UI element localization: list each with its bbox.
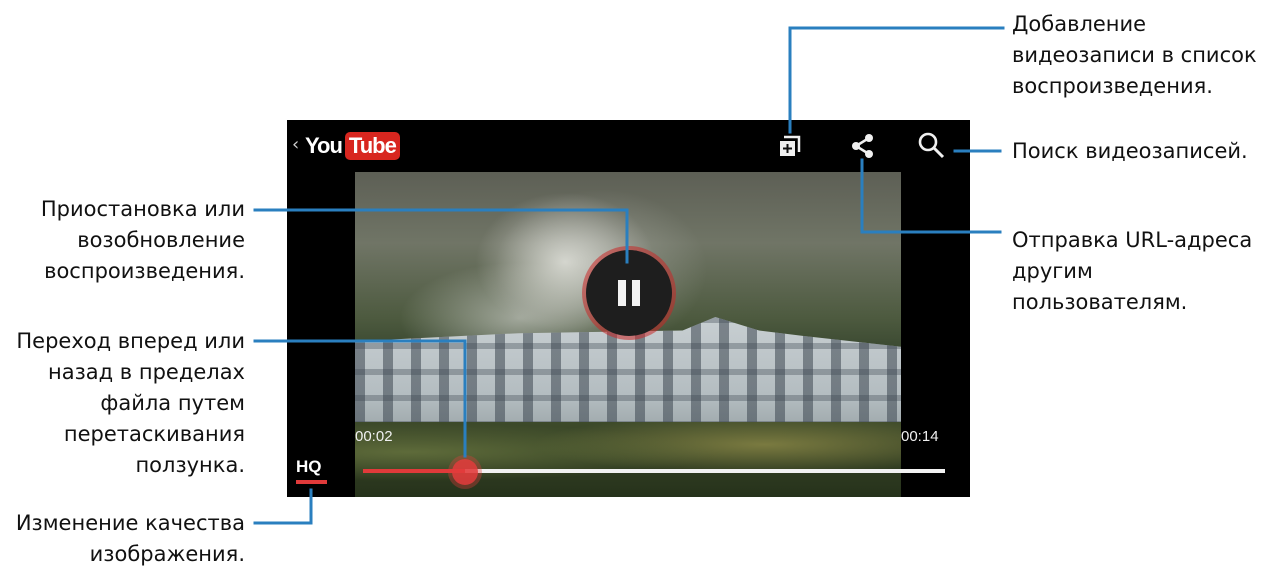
callout-line-seek [253, 339, 467, 458]
callout-add-to-playlist: Добавление видеозаписи в список воспроиз… [1012, 12, 1257, 98]
callout-line-quality [253, 488, 313, 525]
callout-line-pause [253, 208, 629, 264]
callout-line-add [788, 26, 1005, 134]
callout-quality: Изменение качества изображения. [15, 511, 245, 566]
callout-pause-resume: Приостановка или возобновление воспроизв… [40, 197, 245, 283]
callout-line-share [860, 158, 1002, 234]
callout-share-url: Отправка URL-адреса другим пользователям… [1012, 228, 1253, 314]
callout-search: Поиск видеозаписей. [1012, 139, 1248, 163]
callout-seek: Переход вперед или назад в пределах файл… [16, 329, 245, 477]
